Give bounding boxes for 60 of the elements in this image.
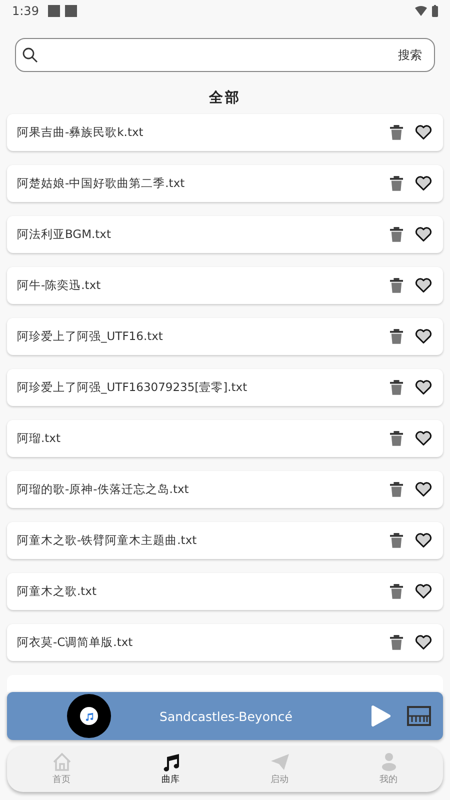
heart-icon[interactable]	[415, 125, 432, 140]
song-name: 阿楚姑娘-中国好歌曲第二季.txt	[17, 176, 186, 191]
trash-icon[interactable]	[390, 176, 403, 191]
song-item[interactable]: 阿楚姑娘-中国好歌曲第二季.txt	[7, 165, 443, 202]
notification-icon	[64, 5, 77, 17]
trash-icon[interactable]	[390, 278, 403, 293]
trash-icon[interactable]	[390, 227, 403, 242]
song-name: 阿果吉曲-彝族民歌k.txt	[17, 125, 144, 140]
song-item[interactable]: 阿衣莫-C调简单版.txt	[7, 624, 443, 661]
song-item[interactable]: 阿珍爱上了阿强_UTF16.txt	[7, 318, 443, 355]
song-name: 阿法利亚BGM.txt	[17, 227, 112, 242]
heart-icon[interactable]	[415, 227, 432, 242]
song-name: 阿珍爱上了阿强_UTF16.txt	[17, 329, 164, 344]
album-disc-icon	[67, 694, 111, 738]
song-name: 阿瑠.txt	[17, 431, 62, 446]
song-item[interactable]: 阿珍爱上了阿强_UTF163079235[壹零].txt	[7, 369, 443, 406]
trash-icon[interactable]	[390, 125, 403, 140]
piano-icon[interactable]	[407, 706, 431, 726]
nav-tab[interactable]: 曲库	[116, 746, 225, 792]
song-name: 阿童木之歌.txt	[17, 584, 98, 599]
search-field[interactable]: 搜索	[15, 38, 435, 72]
section-title: 全部	[208, 89, 242, 107]
search-button[interactable]: 搜索	[398, 46, 422, 64]
trash-icon[interactable]	[390, 584, 403, 599]
heart-icon[interactable]	[415, 431, 432, 446]
song-item[interactable]: 阿果吉曲-彝族民歌k.txt	[7, 114, 443, 151]
song-name: 阿珍爱上了阿强_UTF163079235[壹零].txt	[17, 380, 248, 395]
song-item[interactable]: 阿童木之歌-铁臂阿童木主题曲.txt	[7, 522, 443, 559]
song-title: Sandcastles-Beyoncé	[158, 708, 294, 724]
heart-icon[interactable]	[415, 635, 432, 650]
song-name: 阿童木之歌-铁臂阿童木主题曲.txt	[17, 533, 198, 548]
trash-icon[interactable]	[390, 431, 403, 446]
heart-icon[interactable]	[415, 533, 432, 548]
song-name: 阿衣莫-C调简单版.txt	[17, 635, 134, 650]
song-name: 阿瑠的歌-原神-佚落迁忘之岛.txt	[17, 482, 190, 497]
heart-icon[interactable]	[415, 380, 432, 395]
song-item[interactable]: 阿法利亚BGM.txt	[7, 216, 443, 253]
play-icon[interactable]	[371, 705, 391, 727]
search-icon	[22, 47, 38, 63]
battery-icon	[432, 5, 438, 17]
heart-icon[interactable]	[415, 278, 432, 293]
heart-icon[interactable]	[415, 329, 432, 344]
status-time: 1:39	[12, 4, 39, 18]
paper-plane-icon	[270, 752, 290, 772]
wifi-icon	[415, 6, 427, 16]
heart-icon[interactable]	[415, 482, 432, 497]
heart-icon[interactable]	[415, 176, 432, 191]
song-item[interactable]: 阿瑠.txt	[7, 420, 443, 457]
trash-icon[interactable]	[390, 635, 403, 650]
trash-icon[interactable]	[390, 380, 403, 395]
notification-icon	[48, 5, 60, 17]
song-item[interactable]: 阿童木之歌.txt	[7, 573, 443, 610]
song-item[interactable]: 阿牛-陈奕迅.txt	[7, 267, 443, 304]
trash-icon[interactable]	[390, 482, 403, 497]
home-icon	[52, 752, 72, 772]
trash-icon[interactable]	[390, 329, 403, 344]
song-name: 阿牛-陈奕迅.txt	[17, 278, 102, 293]
heart-icon[interactable]	[415, 584, 432, 599]
song-item[interactable]: 阿瑠的歌-原神-佚落迁忘之岛.txt	[7, 471, 443, 508]
trash-icon[interactable]	[390, 533, 403, 548]
